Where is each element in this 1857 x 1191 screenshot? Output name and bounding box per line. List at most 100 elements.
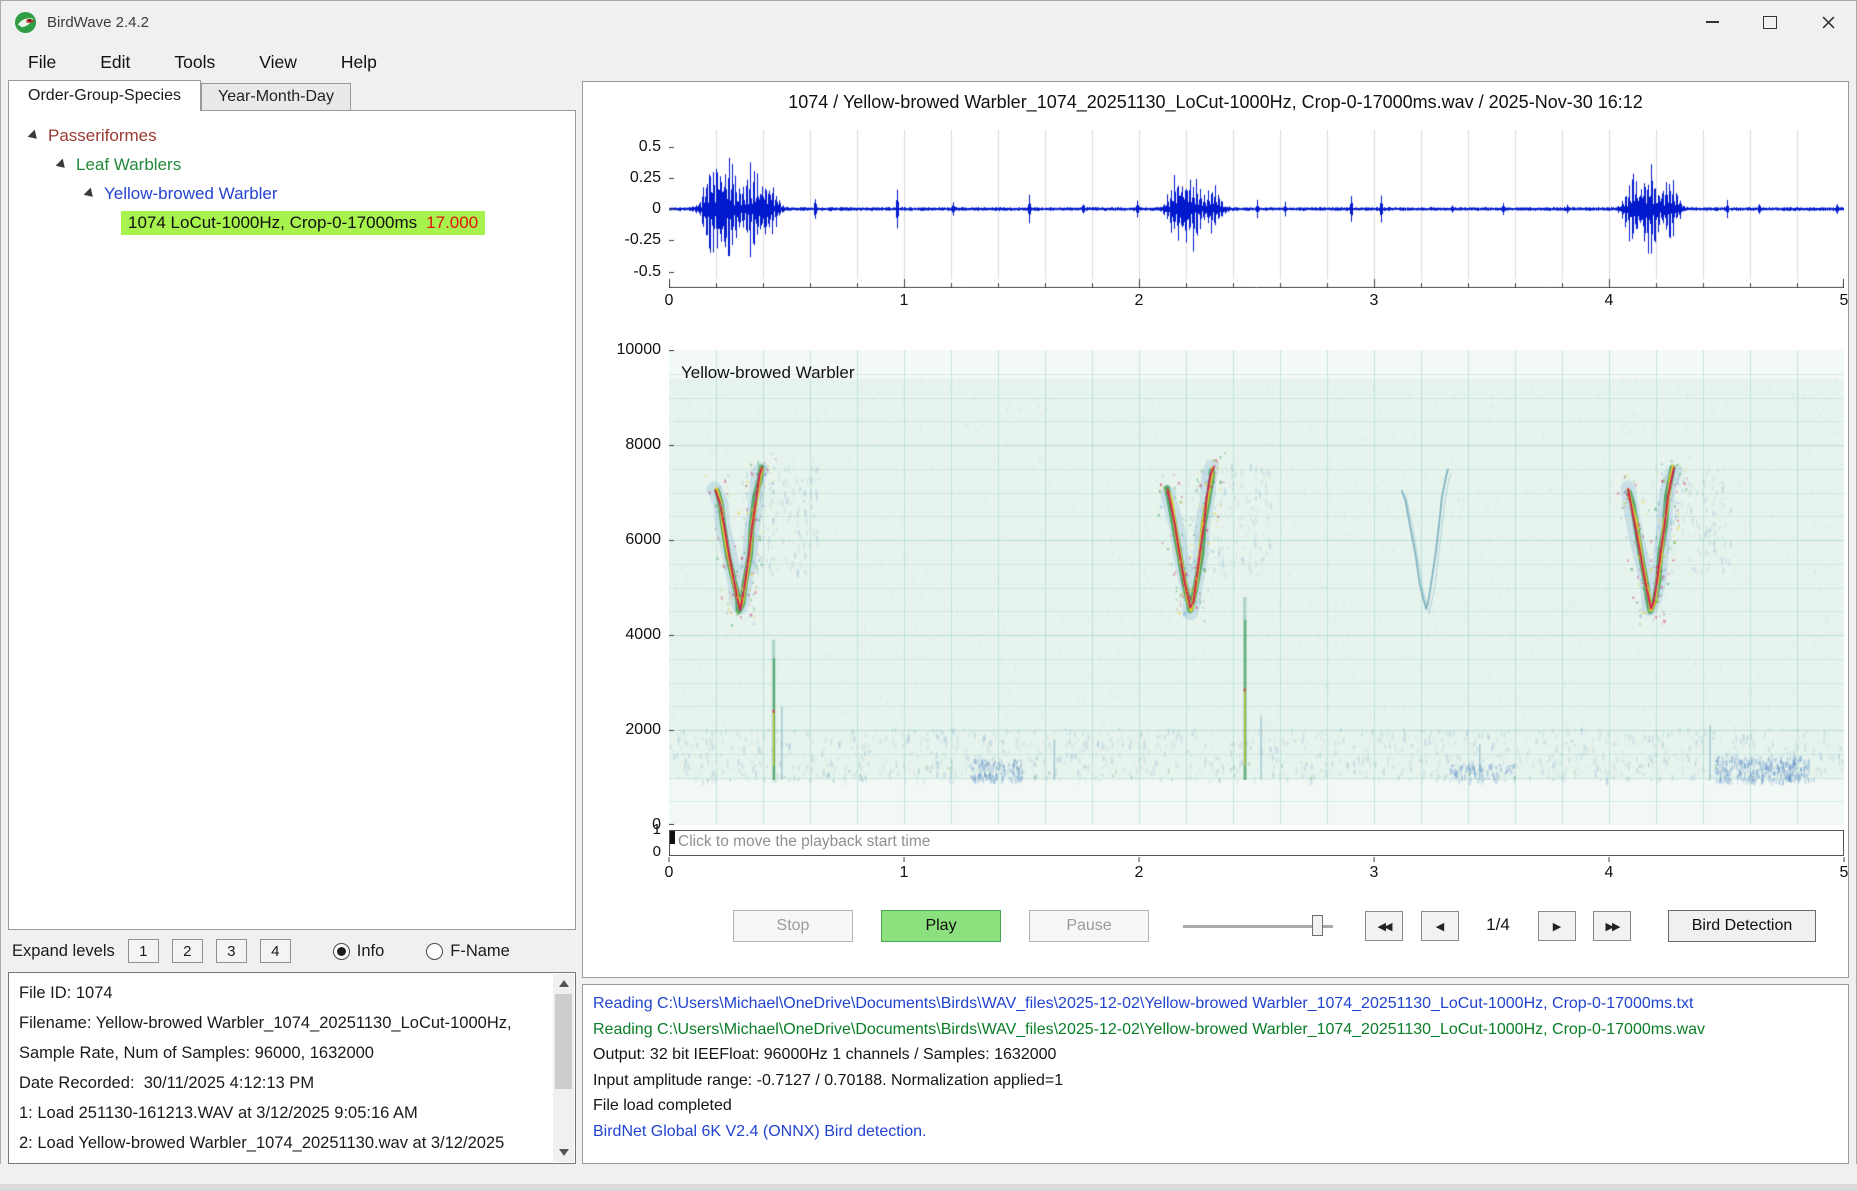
spectrogram-ytick: 8000 [625, 436, 661, 453]
slider-track[interactable] [1183, 925, 1333, 928]
arrow-up-icon [558, 980, 569, 987]
spectrogram-ytick: 10000 [616, 341, 662, 358]
log-line: Reading C:\Users\Michael\OneDrive\Docume… [593, 995, 1694, 1012]
waveform-canvas[interactable] [669, 130, 1844, 288]
scrollbar-thumb[interactable] [555, 994, 572, 1089]
spectrogram-ytick: 4000 [625, 626, 661, 643]
waveform-ytick: 0.5 [638, 138, 661, 155]
tree-node-order[interactable]: Passeriformes [9, 121, 575, 150]
close-icon [1822, 16, 1834, 28]
pause-button[interactable]: Pause [1029, 910, 1149, 942]
file-info-lines: File ID: 1074 Filename: Yellow-browed Wa… [11, 975, 551, 1161]
analysis-panel: 1074 / Yellow-browed Warbler_1074_202511… [582, 81, 1849, 978]
window-controls [1683, 0, 1857, 44]
info-line: 1: Load 251130-161213.WAV at 3/12/2025 9… [19, 1104, 418, 1122]
radio-info-label: Info [356, 941, 385, 960]
x-axis-tick: 0 [664, 857, 674, 881]
tree-node-recording[interactable]: 1074 LoCut-1000Hz, Crop-0-17000ms 17.000 [9, 208, 575, 237]
species-tree: Passeriformes Leaf Warblers Yellow-browe… [8, 110, 576, 930]
x-axis-tick: 5 [1839, 857, 1849, 881]
expand-level-1-button[interactable]: 1 [127, 939, 159, 963]
waveform-ytick: -0.25 [624, 231, 661, 248]
recording-duration: 17.000 [426, 212, 479, 232]
maximize-button[interactable] [1741, 0, 1799, 44]
playback-hint: Click to move the playback start time [678, 833, 931, 850]
collapse-icon[interactable] [55, 158, 69, 171]
spectrogram-ytick: 2000 [625, 721, 661, 738]
scroll-up-button[interactable] [553, 974, 574, 993]
tree-node-species[interactable]: Yellow-browed Warbler [9, 179, 575, 208]
expand-levels-row: Expand levels 1 2 3 4 Info F-Name [8, 936, 576, 966]
minimize-icon [1705, 21, 1719, 23]
radio-info[interactable]: Info [332, 941, 385, 961]
playback-ytick: 1 [652, 821, 661, 838]
x-axis-tick: 3 [1369, 292, 1379, 309]
playback-ytick: 0 [652, 843, 661, 860]
info-line: Date Recorded: 30/11/2025 4:12:13 PM [19, 1074, 315, 1092]
app-icon [14, 11, 37, 33]
log-line: Reading C:\Users\Michael\OneDrive\Docume… [593, 1020, 1705, 1038]
scroll-down-button[interactable] [553, 1143, 574, 1162]
x-axis-tick: 1 [899, 292, 909, 309]
info-line: Sample Rate, Num of Samples: 96000, 1632… [19, 1044, 374, 1062]
radio-fname-icon[interactable] [426, 942, 444, 960]
x-axis-tick: 3 [1369, 857, 1379, 881]
expand-level-3-button[interactable]: 3 [215, 939, 247, 963]
expand-level-4-button[interactable]: 4 [259, 939, 291, 963]
tree-node-label: Yellow-browed Warbler [104, 183, 278, 203]
next-page-button[interactable]: ▶ [1538, 911, 1576, 941]
waveform-ytick: 0 [652, 200, 661, 217]
file-info-box: File ID: 1074 Filename: Yellow-browed Wa… [8, 972, 576, 1164]
first-page-button[interactable]: ◀◀ [1365, 911, 1403, 941]
waveform-ytick: -0.5 [633, 263, 661, 280]
playback-strip[interactable]: Click to move the playback start time [669, 830, 1844, 856]
play-button[interactable]: Play [881, 910, 1001, 942]
menu-edit[interactable]: Edit [78, 46, 152, 79]
x-axis-tick: 4 [1604, 857, 1614, 881]
x-axis-tick: 1 [899, 857, 909, 881]
radio-info-icon[interactable] [332, 942, 350, 960]
menu-file[interactable]: File [6, 46, 78, 79]
spectrogram-canvas[interactable] [669, 350, 1844, 825]
volume-slider[interactable] [1183, 910, 1333, 942]
log-panel: Reading C:\Users\Michael\OneDrive\Docume… [582, 984, 1849, 1164]
x-axis-tick: 0 [664, 292, 674, 309]
maximize-icon [1763, 15, 1777, 29]
menu-view[interactable]: View [237, 46, 319, 79]
tab-year-month-day[interactable]: Year-Month-Day [201, 83, 351, 110]
x-axis-tick: 2 [1134, 857, 1144, 881]
slider-handle[interactable] [1312, 915, 1323, 936]
window-title: BirdWave 2.4.2 [47, 13, 149, 31]
info-line: 2: Load Yellow-browed Warbler_1074_20251… [19, 1134, 505, 1152]
tab-order-group-species[interactable]: Order-Group-Species [8, 80, 201, 111]
selected-recording[interactable]: 1074 LoCut-1000Hz, Crop-0-17000ms 17.000 [121, 210, 486, 235]
log-line: File load completed [593, 1097, 732, 1114]
collapse-icon[interactable] [83, 187, 97, 200]
bird-detection-button[interactable]: Bird Detection [1668, 910, 1816, 942]
x-axis-tick: 5 [1839, 292, 1849, 309]
log-line: BirdNet Global 6K V2.4 (ONNX) Bird detec… [593, 1122, 927, 1140]
radio-fname-label: F-Name [450, 941, 510, 960]
close-button[interactable] [1799, 0, 1857, 44]
last-page-button[interactable]: ▶▶ [1593, 911, 1631, 941]
menu-help[interactable]: Help [319, 46, 399, 79]
stop-button[interactable]: Stop [733, 910, 853, 942]
info-line: Filename: Yellow-browed Warbler_1074_202… [19, 1014, 512, 1032]
prev-page-button[interactable]: ◀ [1421, 911, 1459, 941]
app-window: { "window": {"title": "BirdWave 2.4.2"},… [0, 0, 1857, 1191]
tree-node-group[interactable]: Leaf Warblers [9, 150, 575, 179]
playback-cursor[interactable] [670, 831, 675, 844]
playback-x-axis: 0 1 2 3 4 5 [665, 857, 1848, 884]
menu-tools[interactable]: Tools [152, 46, 237, 79]
tree-node-label: Passeriformes [48, 125, 157, 145]
waveform-ytick: 0.25 [629, 169, 661, 186]
minimize-button[interactable] [1683, 0, 1741, 44]
x-axis-tick: 4 [1604, 292, 1614, 309]
expand-level-2-button[interactable]: 2 [171, 939, 203, 963]
collapse-icon[interactable] [27, 129, 41, 142]
menu-bar: File Edit Tools View Help [0, 44, 1857, 80]
radio-fname[interactable]: F-Name [426, 942, 510, 961]
waveform-x-axis: 0 1 2 3 4 5 [665, 292, 1849, 312]
plot-title: 1074 / Yellow-browed Warbler_1074_202511… [788, 92, 1643, 112]
info-scrollbar[interactable] [553, 974, 574, 1162]
